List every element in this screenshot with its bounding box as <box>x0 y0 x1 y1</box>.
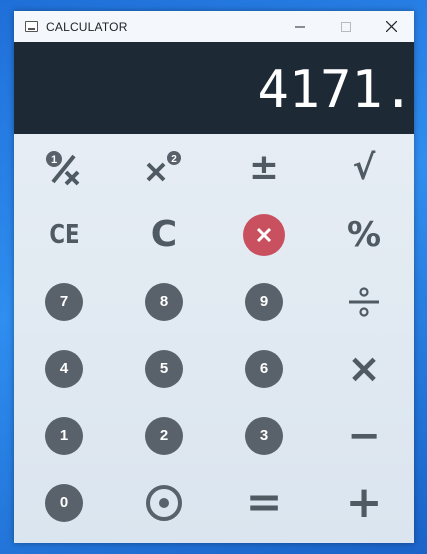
minimize-button[interactable] <box>277 11 323 42</box>
multiply-button[interactable]: × <box>314 335 414 402</box>
digit-1-button[interactable]: 1 <box>14 402 114 469</box>
digit-9-label: 9 <box>245 282 283 321</box>
square-icon: 2 <box>146 150 181 181</box>
digit-9-button[interactable]: 9 <box>214 268 314 335</box>
close-button[interactable] <box>368 11 414 42</box>
app-icon <box>25 21 38 32</box>
digit-0-button[interactable]: 0 <box>14 469 114 536</box>
digit-8-label: 8 <box>145 282 183 321</box>
square-exponent: 2 <box>171 154 177 165</box>
equals-label: = <box>245 476 283 528</box>
percent-label: % <box>346 214 382 255</box>
digit-4-button[interactable]: 4 <box>14 335 114 402</box>
minimize-icon <box>295 26 305 27</box>
clear-entry-label: CE <box>48 219 80 250</box>
maximize-icon <box>341 21 351 32</box>
divide-button[interactable] <box>314 268 414 335</box>
digit-5-label: 5 <box>145 349 183 388</box>
digit-8-button[interactable]: 8 <box>114 268 214 335</box>
display: 4171. <box>14 42 414 134</box>
square-button[interactable]: 2 <box>114 134 214 201</box>
reciprocal-numerator: 1 <box>51 154 57 166</box>
digit-5-button[interactable]: 5 <box>114 335 214 402</box>
title-bar[interactable]: CALCULATOR <box>14 11 414 42</box>
digit-7-button[interactable]: 7 <box>14 268 114 335</box>
digit-2-button[interactable]: 2 <box>114 402 214 469</box>
decimal-point-icon <box>146 484 182 521</box>
divide-icon <box>349 286 379 317</box>
maximize-button[interactable] <box>323 11 369 42</box>
minus-button[interactable]: − <box>314 402 414 469</box>
calculator-window: CALCULATOR 4171. 1 2 ± √ CE C % 7 8 9 4 … <box>14 11 414 543</box>
percent-button[interactable]: % <box>314 201 414 268</box>
digit-1-label: 1 <box>45 416 83 455</box>
digit-3-label: 3 <box>245 416 283 455</box>
minus-label: − <box>347 412 381 459</box>
clear-button[interactable]: C <box>114 201 214 268</box>
decimal-point-button[interactable] <box>114 469 214 536</box>
digit-3-button[interactable]: 3 <box>214 402 314 469</box>
sqrt-button[interactable]: √ <box>314 134 414 201</box>
equals-button[interactable]: = <box>214 469 314 536</box>
plus-button[interactable]: + <box>314 469 414 536</box>
reciprocal-button[interactable]: 1 <box>14 134 114 201</box>
window-title: CALCULATOR <box>46 19 128 34</box>
digit-0-label: 0 <box>45 483 83 522</box>
close-icon <box>385 21 397 32</box>
backspace-icon <box>243 213 285 256</box>
plus-minus-label: ± <box>248 146 280 188</box>
digit-7-label: 7 <box>45 282 83 321</box>
reciprocal-icon: 1 <box>46 150 80 185</box>
plus-label: + <box>345 476 383 528</box>
plus-minus-button[interactable]: ± <box>214 134 314 201</box>
clear-label: C <box>150 213 178 255</box>
keypad: 1 2 ± √ CE C % 7 8 9 4 5 6 × 1 2 3 − 0 =… <box>14 134 414 543</box>
digit-6-label: 6 <box>245 349 283 388</box>
digit-4-label: 4 <box>45 349 83 388</box>
backspace-button[interactable] <box>214 201 314 268</box>
sqrt-label: √ <box>352 147 376 188</box>
multiply-label: × <box>347 345 381 392</box>
digit-2-label: 2 <box>145 416 183 455</box>
display-value: 4171. <box>257 60 414 120</box>
clear-entry-button[interactable]: CE <box>14 201 114 268</box>
digit-6-button[interactable]: 6 <box>214 335 314 402</box>
